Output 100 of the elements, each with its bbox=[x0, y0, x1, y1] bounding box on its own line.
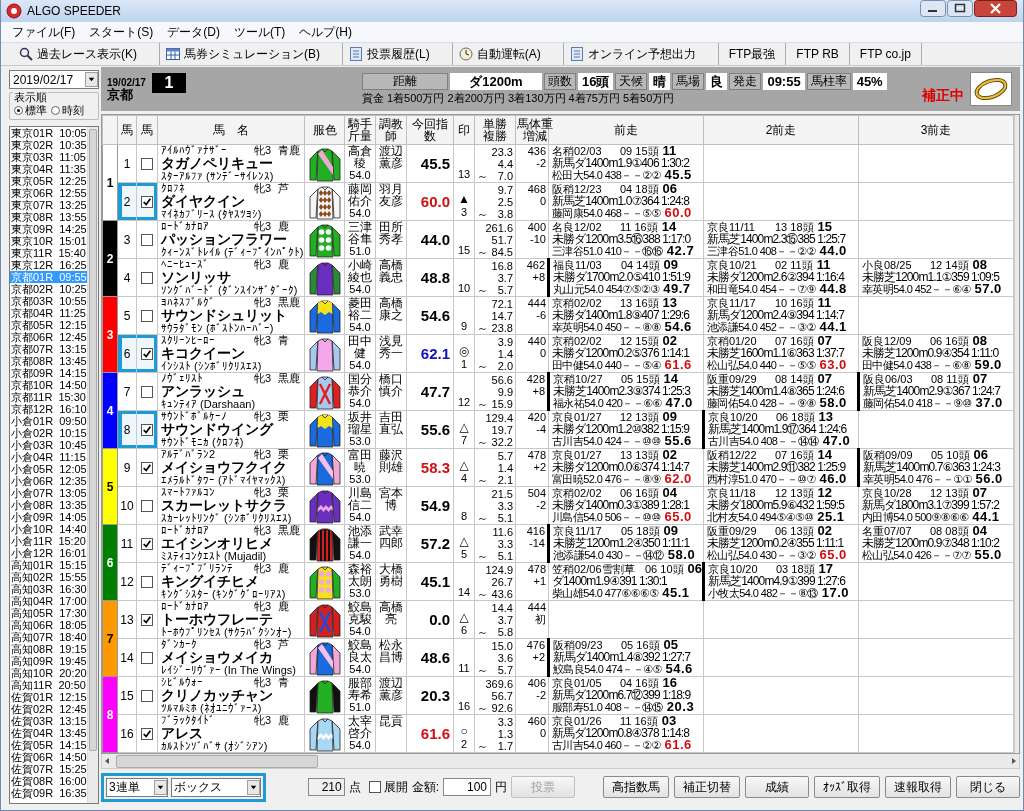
race-list-item[interactable]: 京都08R 13:45 bbox=[10, 355, 87, 367]
action-button[interactable]: 補正切替 bbox=[674, 776, 740, 798]
checkbox[interactable] bbox=[141, 196, 153, 209]
win-odds: 129.4 bbox=[484, 411, 513, 424]
menu-item[interactable]: ファイル(F) bbox=[5, 21, 83, 43]
menu-item[interactable]: データ(D) bbox=[160, 21, 227, 43]
race-list-item[interactable]: 東京11R 15:40 bbox=[10, 247, 87, 259]
race-list-item[interactable]: 京都04R 11:25 bbox=[10, 307, 87, 319]
race-list-item[interactable]: 高知09R 19:45 bbox=[10, 655, 87, 667]
race-list-item[interactable]: 京都12R 16:10 bbox=[10, 403, 87, 415]
checkbox[interactable] bbox=[141, 576, 153, 589]
race-list-item[interactable]: 佐賀01R 12:15 bbox=[10, 691, 87, 703]
race-list-item[interactable]: 東京05R 12:25 bbox=[10, 175, 87, 187]
menu-item[interactable]: ヘルプ(H) bbox=[292, 21, 359, 43]
checkbox[interactable] bbox=[141, 690, 153, 703]
race-list-item[interactable]: 高知10R 20:20 bbox=[10, 667, 87, 679]
race-list-item[interactable]: 東京02R 10:35 bbox=[10, 139, 87, 151]
checkbox[interactable] bbox=[141, 424, 153, 437]
amount-input[interactable]: 100 bbox=[443, 778, 491, 796]
close-icon[interactable] bbox=[974, 0, 1017, 17]
checkbox[interactable] bbox=[141, 386, 153, 399]
race-list-item[interactable]: 高知03R 16:30 bbox=[10, 583, 87, 595]
track-button[interactable] bbox=[970, 72, 1012, 106]
action-button[interactable]: ｵｯｽﾞ取得 bbox=[814, 776, 880, 798]
bet-method-dropdown[interactable]: ボックス bbox=[171, 777, 261, 797]
race-list-item[interactable]: 佐賀03R 13:15 bbox=[10, 715, 87, 727]
race-list-item[interactable]: 東京09R 14:25 bbox=[10, 223, 87, 235]
race-list-item[interactable]: 小倉01R 09:50 bbox=[10, 415, 87, 427]
checkbox[interactable] bbox=[141, 272, 153, 285]
race-list-item[interactable]: 京都03R 10:55 bbox=[10, 295, 87, 307]
place-odds-high: 1.7 bbox=[497, 739, 513, 752]
race-list-item[interactable]: 小倉03R 10:45 bbox=[10, 439, 87, 451]
race-list-item[interactable]: 東京12R 16:25 bbox=[10, 259, 87, 271]
race-list-item[interactable]: 小倉10R 14:40 bbox=[10, 523, 87, 535]
race-list-item[interactable]: 小倉11R 15:20 bbox=[10, 535, 87, 547]
carried-weight: 51.0 bbox=[348, 245, 372, 257]
action-button[interactable]: 閉じる bbox=[956, 776, 1020, 798]
race-list-item[interactable]: 東京03R 11:05 bbox=[10, 151, 87, 163]
checkbox[interactable] bbox=[141, 348, 153, 361]
past-race-field: 07 16頭 bbox=[775, 449, 814, 461]
race-list-item[interactable]: 京都06R 12:45 bbox=[10, 331, 87, 343]
race-list-item[interactable]: 佐賀07R 15:25 bbox=[10, 763, 87, 775]
race-list-item[interactable]: 京都11R 15:30 bbox=[10, 391, 87, 403]
race-list-item[interactable]: 高知08R 19:15 bbox=[10, 643, 87, 655]
race-list-item[interactable]: 京都10R 14:50 bbox=[10, 379, 87, 391]
checkbox[interactable] bbox=[141, 728, 153, 741]
checkbox[interactable] bbox=[141, 652, 153, 665]
race-list-item[interactable]: 佐賀04R 13:45 bbox=[10, 727, 87, 739]
checkbox[interactable] bbox=[141, 234, 153, 247]
race-list-item[interactable]: 京都05R 12:15 bbox=[10, 319, 87, 331]
checkbox[interactable] bbox=[141, 614, 153, 627]
past-race-index: 44.8 bbox=[819, 283, 847, 295]
race-list-item[interactable]: 高知02R 15:55 bbox=[10, 571, 87, 583]
race-list-item[interactable]: 高知04R 17:00 bbox=[10, 595, 87, 607]
race-list-item[interactable]: 佐賀02R 12:45 bbox=[10, 703, 87, 715]
action-button[interactable]: 速報取得 bbox=[885, 776, 951, 798]
race-list-item[interactable]: 小倉12R 16:01 bbox=[10, 547, 87, 559]
action-button[interactable]: 成績 bbox=[745, 776, 809, 798]
race-list-item[interactable]: 小倉07R 13:05 bbox=[10, 487, 87, 499]
checkbox[interactable] bbox=[141, 158, 153, 171]
race-list-item[interactable]: 京都07R 13:15 bbox=[10, 343, 87, 355]
radio-button[interactable] bbox=[51, 105, 60, 115]
minimize-icon[interactable] bbox=[920, 0, 946, 17]
action-button[interactable]: 高指数馬 bbox=[603, 776, 669, 798]
menu-item[interactable]: ツール(T) bbox=[227, 21, 293, 43]
race-list-item[interactable]: 高知05R 17:30 bbox=[10, 607, 87, 619]
race-list-item[interactable]: 高知07R 18:40 bbox=[10, 631, 87, 643]
race-list-item[interactable]: 高知01R 15:15 bbox=[10, 559, 87, 571]
race-list-item[interactable]: 小倉09R 14:05 bbox=[10, 511, 87, 523]
checkbox[interactable] bbox=[141, 500, 153, 513]
race-list-item[interactable]: 小倉02R 10:15 bbox=[10, 427, 87, 439]
race-list-item[interactable]: 高知11R 20:50 bbox=[10, 679, 87, 691]
past-race-finish: 02 bbox=[662, 449, 677, 461]
race-list-item[interactable]: 京都09R 14:15 bbox=[10, 367, 87, 379]
race-list-item[interactable]: 東京07R 13:25 bbox=[10, 199, 87, 211]
bet-type-dropdown[interactable]: 3連単 bbox=[106, 777, 168, 797]
race-list-item[interactable]: 小倉04R 11:15 bbox=[10, 451, 87, 463]
race-list-item[interactable]: 佐賀05R 14:15 bbox=[10, 739, 87, 751]
race-list-item[interactable]: 東京08R 13:55 bbox=[10, 211, 87, 223]
menu-item[interactable]: スタート(S) bbox=[82, 21, 161, 43]
race-list-item[interactable]: 高知06R 18:05 bbox=[10, 619, 87, 631]
radio-button[interactable] bbox=[14, 105, 23, 115]
race-list-item[interactable]: 小倉08R 13:35 bbox=[10, 499, 87, 511]
race-list-item[interactable]: 東京04R 11:35 bbox=[10, 163, 87, 175]
maximize-icon[interactable] bbox=[947, 0, 973, 17]
checkbox[interactable] bbox=[141, 462, 153, 475]
race-list-item[interactable]: 東京06R 12:55 bbox=[10, 187, 87, 199]
race-list-item[interactable]: 東京10R 15:01 bbox=[10, 235, 87, 247]
checkbox[interactable] bbox=[141, 310, 153, 323]
race-list-item[interactable]: 東京01R 10:05 bbox=[10, 127, 87, 139]
race-list-item[interactable]: 小倉05R 12:05 bbox=[10, 463, 87, 475]
checkbox[interactable] bbox=[141, 538, 153, 551]
race-list-item[interactable]: 京都02R 10:25 bbox=[10, 283, 87, 295]
race-list-item[interactable]: 小倉06R 12:35 bbox=[10, 475, 87, 487]
popularity-rank: 10 bbox=[456, 281, 472, 294]
race-list-item[interactable]: 佐賀06R 14:50 bbox=[10, 751, 87, 763]
race-list-item[interactable]: 佐賀08R 16:00 bbox=[10, 775, 87, 787]
race-list-item[interactable]: 佐賀09R 16:35 bbox=[10, 787, 87, 799]
checkbox[interactable] bbox=[368, 781, 381, 793]
date-dropdown[interactable]: 2019/02/17 bbox=[9, 70, 99, 89]
